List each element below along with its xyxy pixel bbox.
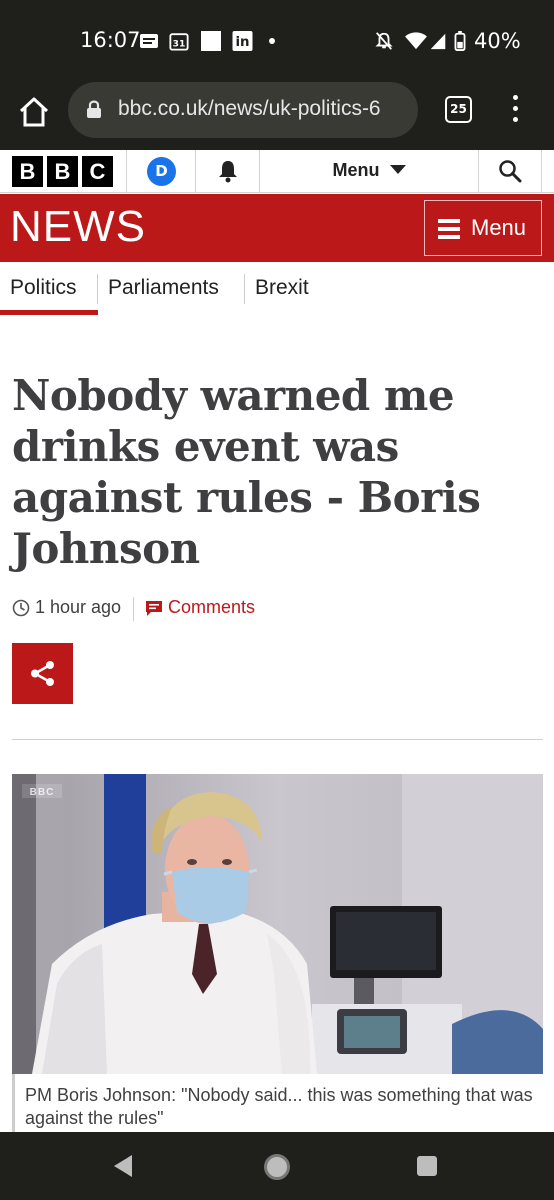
news-menu-label: Menu: [471, 215, 527, 240]
bbc-logo[interactable]: B B C: [12, 156, 113, 187]
section-nav: Politics Parliaments Brexit: [0, 262, 554, 316]
calendar-icon: 31: [169, 33, 189, 51]
content-divider: [12, 739, 543, 740]
image-caption: PM Boris Johnson: "Nobody said... this w…: [12, 1074, 543, 1132]
more-options-icon[interactable]: [505, 92, 525, 128]
bbc-watermark: BBC: [22, 784, 62, 798]
browser-toolbar: bbc.co.uk/news/uk-politics-6 25: [0, 80, 554, 150]
section-item-brexit[interactable]: Brexit: [255, 276, 309, 300]
share-icon: [31, 661, 54, 686]
battery-icon: [454, 31, 466, 51]
home-icon[interactable]: [16, 94, 52, 130]
lock-icon: [87, 100, 101, 118]
url-text: bbc.co.uk/news/uk-politics-6: [118, 97, 381, 120]
account-button[interactable]: D: [147, 157, 176, 186]
status-bar: 16:07 31 in 40%: [0, 0, 554, 80]
news-header: NEWS Menu: [0, 194, 554, 262]
nav-divider: [478, 150, 479, 193]
wifi-icon: [405, 32, 427, 50]
nav-divider: [126, 150, 127, 193]
bbc-global-nav: B B C D Menu: [0, 150, 554, 193]
mute-icon: [375, 32, 393, 50]
published-time: 1 hour ago: [35, 597, 122, 617]
news-menu-button[interactable]: Menu: [424, 200, 542, 256]
bbc-logo-letter: C: [82, 156, 113, 187]
nav-divider: [541, 150, 542, 193]
svg-text:31: 31: [173, 39, 186, 49]
article-headline: Nobody warned me drinks event was agains…: [12, 371, 481, 573]
bbc-logo-letter: B: [12, 156, 43, 187]
dot-icon: [269, 38, 275, 44]
square-icon: [201, 31, 221, 51]
news-logo[interactable]: NEWS: [10, 202, 146, 252]
home-circle-icon[interactable]: [264, 1154, 290, 1180]
section-divider: [244, 274, 245, 304]
search-icon[interactable]: [498, 159, 522, 183]
hamburger-icon: [438, 219, 460, 239]
nav-divider: [195, 150, 196, 193]
comments-link[interactable]: Comments: [168, 597, 255, 618]
chevron-down-icon: [389, 165, 406, 174]
meta-divider: [133, 597, 134, 621]
notifications-bell-icon[interactable]: [216, 158, 240, 184]
battery-percent: 40%: [474, 29, 521, 53]
android-nav-bar: [0, 1132, 554, 1200]
active-section-indicator: [0, 310, 98, 315]
message-icon: [140, 34, 158, 48]
url-bar[interactable]: bbc.co.uk/news/uk-politics-6: [68, 82, 418, 138]
linkedin-icon: in: [232, 31, 253, 51]
section-divider: [97, 274, 98, 304]
share-button[interactable]: [12, 643, 73, 704]
hero-photo: [12, 774, 543, 1074]
signal-icon: [430, 33, 446, 50]
bbc-logo-letter: B: [47, 156, 78, 187]
tab-switcher-button[interactable]: 25: [445, 96, 472, 123]
bbc-menu-label: Menu: [332, 160, 380, 180]
back-icon[interactable]: [114, 1155, 132, 1177]
svg-text:BBC: BBC: [30, 787, 55, 798]
section-item-politics[interactable]: Politics: [10, 276, 77, 300]
svg-text:in: in: [235, 35, 249, 50]
bbc-menu-button[interactable]: Menu: [260, 150, 478, 193]
clock-icon: [12, 599, 30, 617]
comment-icon[interactable]: [145, 600, 163, 618]
status-time: 16:07: [80, 28, 141, 52]
section-item-parliaments[interactable]: Parliaments: [108, 276, 219, 300]
recents-icon[interactable]: [417, 1156, 437, 1176]
article-hero-image[interactable]: BBC: [12, 774, 543, 1074]
